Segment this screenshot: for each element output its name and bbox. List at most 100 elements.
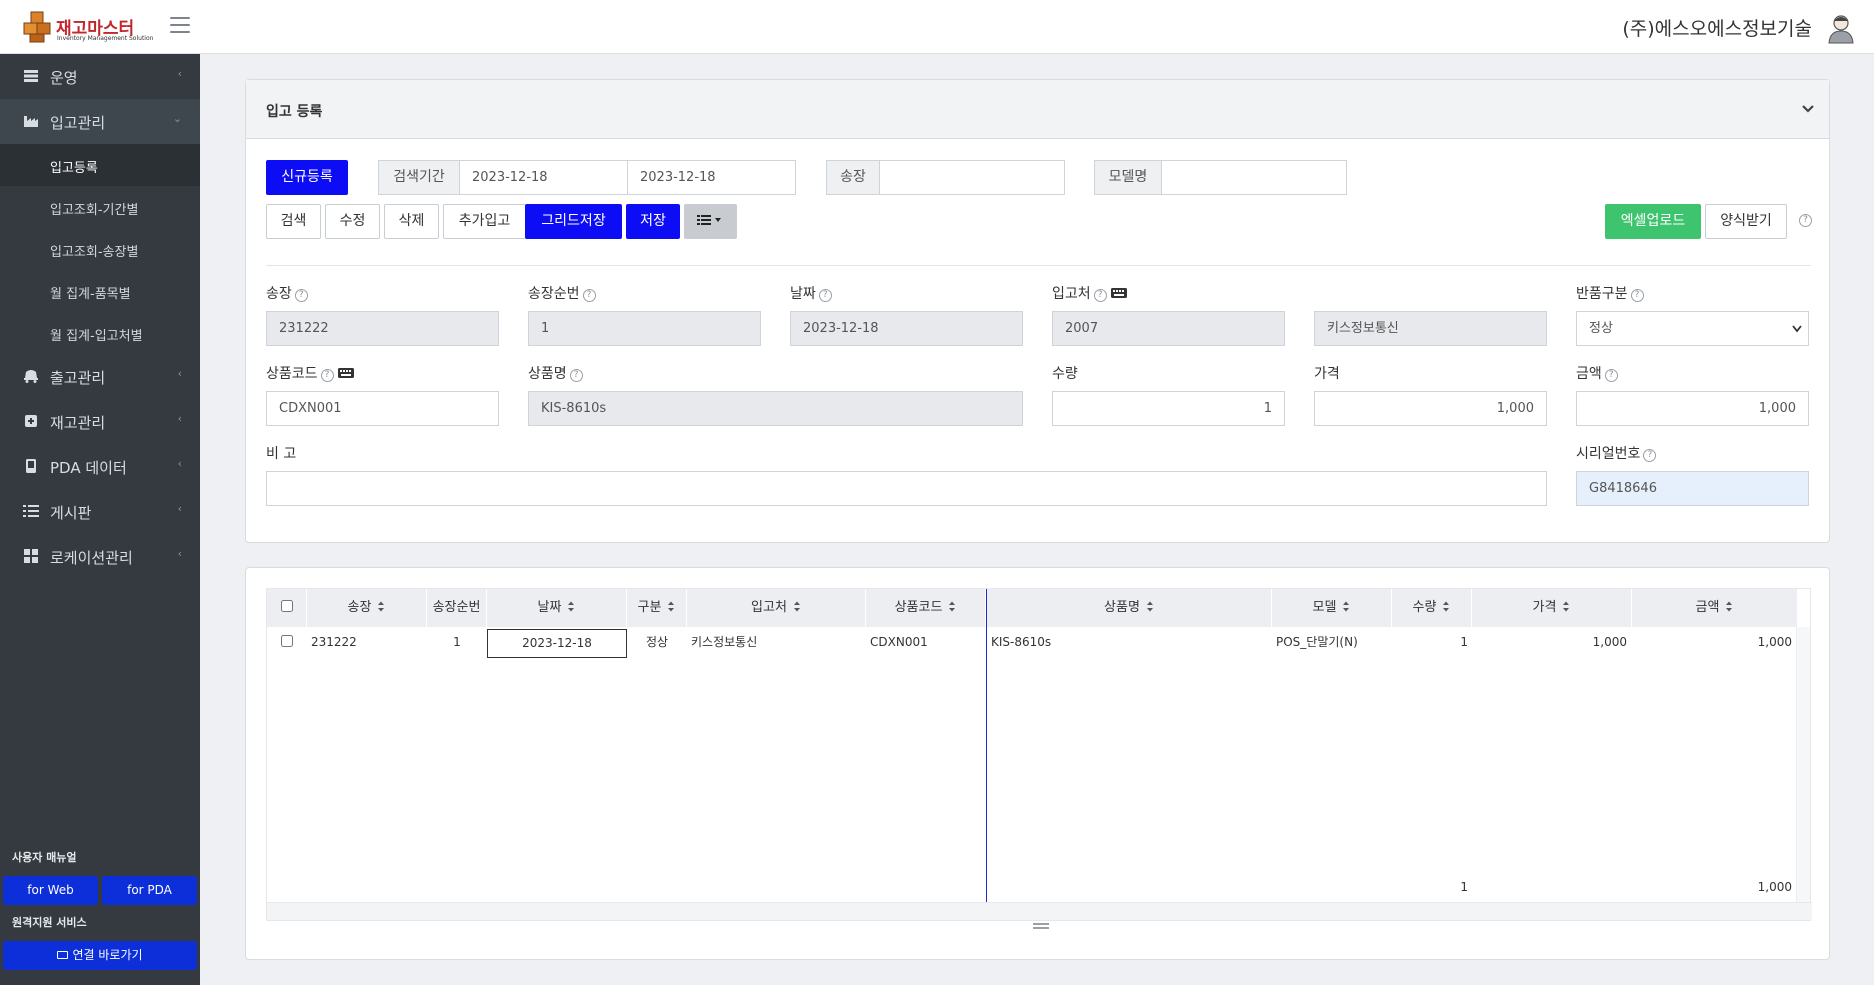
- remote-support-caption: 원격지원 서비스: [12, 916, 87, 929]
- help-icon[interactable]: ?: [1630, 289, 1644, 302]
- help-icon[interactable]: ?: [1093, 289, 1107, 302]
- grid-horizontal-scrollbar[interactable]: [267, 902, 1812, 920]
- help-icon[interactable]: ?: [320, 369, 334, 382]
- col-header-model[interactable]: 모델: [1272, 589, 1392, 627]
- keyboard-icon[interactable]: [337, 368, 354, 378]
- invoice-search-input[interactable]: [879, 160, 1065, 195]
- list-dropdown-icon: [696, 215, 721, 225]
- quantity-field[interactable]: 1: [1052, 391, 1285, 426]
- cell-supplier[interactable]: 키스정보통신: [691, 627, 863, 658]
- save-button[interactable]: 저장: [626, 204, 680, 239]
- price-field[interactable]: 1,000: [1314, 391, 1547, 426]
- col-header-supplier[interactable]: 입고처: [687, 589, 866, 627]
- add-receive-button[interactable]: 추가입고: [443, 204, 526, 239]
- invoice-seq-field[interactable]: 1: [528, 311, 761, 346]
- row-checkbox[interactable]: [281, 635, 293, 647]
- invoice-field[interactable]: 231222: [266, 311, 499, 346]
- help-icon[interactable]: ?: [294, 289, 308, 302]
- chevron-left-icon: ‹: [177, 457, 182, 470]
- cell-date[interactable]: 2023-12-18: [487, 629, 627, 658]
- menu-toggle-icon[interactable]: [170, 17, 190, 35]
- edit-button[interactable]: 수정: [325, 204, 380, 239]
- serial-number-field[interactable]: G8418646: [1576, 471, 1809, 506]
- chevron-down-icon[interactable]: [1801, 102, 1815, 116]
- top-header: 재고마스터 Inventory Management Solution (주)에…: [0, 0, 1874, 54]
- chevron-left-icon: ‹: [177, 67, 182, 80]
- col-header-invoice[interactable]: 송장: [307, 589, 427, 627]
- col-header-type[interactable]: 구분: [627, 589, 687, 627]
- excel-upload-button[interactable]: 엑셀업로드: [1605, 204, 1701, 239]
- cell-invoice[interactable]: 231222: [311, 627, 423, 658]
- sidebar-subitem-monthly-by-supplier[interactable]: 월 집계-입고처별: [0, 312, 200, 354]
- supplier-name-field[interactable]: 키스정보통신: [1314, 311, 1547, 346]
- model-search-input[interactable]: [1161, 160, 1347, 195]
- cell-price[interactable]: 1,000: [1472, 627, 1627, 658]
- manual-pda-button[interactable]: for PDA: [102, 876, 197, 905]
- cell-product-code[interactable]: CDXN001: [870, 627, 985, 658]
- return-type-select[interactable]: 정상: [1576, 311, 1809, 346]
- date-to-input[interactable]: 2023-12-18: [627, 160, 796, 195]
- template-download-button[interactable]: 양식받기: [1705, 204, 1787, 239]
- select-all-checkbox[interactable]: [280, 600, 293, 612]
- sidebar-subitem-receive-register[interactable]: 입고등록: [0, 144, 200, 186]
- resize-handle-icon[interactable]: [1033, 922, 1049, 930]
- col-header-label: 수량: [1412, 600, 1437, 615]
- cell-seq[interactable]: 1: [427, 627, 487, 658]
- remote-connect-button[interactable]: 연결 바로가기: [3, 941, 197, 970]
- sidebar-subitem-by-period[interactable]: 입고조회-기간별: [0, 186, 200, 228]
- app-logo[interactable]: 재고마스터 Inventory Management Solution: [22, 8, 153, 46]
- cell-qty[interactable]: 1: [1392, 627, 1468, 658]
- help-icon[interactable]: ?: [582, 289, 596, 302]
- col-header-product-code[interactable]: 상품코드: [866, 589, 986, 627]
- sidebar-item-receiving[interactable]: 입고관리 ⌄: [0, 99, 200, 144]
- return-type-label-text: 반품구분: [1576, 286, 1628, 302]
- sidebar-item-board[interactable]: 게시판 ‹: [0, 489, 200, 534]
- cell-model[interactable]: POS_단말기(N): [1276, 627, 1390, 658]
- date-field[interactable]: 2023-12-18: [790, 311, 1023, 346]
- help-icon[interactable]: ?: [818, 289, 832, 302]
- grid-vertical-scrollbar[interactable]: [1796, 627, 1810, 902]
- search-button[interactable]: 검색: [266, 204, 321, 239]
- sidebar-subitem-by-invoice[interactable]: 입고조회-송장별: [0, 228, 200, 270]
- col-header-seq[interactable]: 송장순번: [427, 589, 487, 627]
- sort-icon: [1443, 601, 1450, 612]
- product-name-field[interactable]: KIS-8610s: [528, 391, 1023, 426]
- col-header-amount[interactable]: 금액: [1632, 589, 1797, 627]
- manual-web-button[interactable]: for Web: [3, 876, 98, 905]
- user-avatar[interactable]: [1826, 12, 1856, 44]
- column-settings-button[interactable]: [684, 204, 737, 239]
- col-header-label: 구분: [637, 600, 662, 615]
- help-icon[interactable]: ?: [1604, 369, 1618, 382]
- chevron-left-icon: ‹: [177, 547, 182, 560]
- sidebar-item-location[interactable]: 로케이션관리 ‹: [0, 534, 200, 579]
- cell-amount[interactable]: 1,000: [1632, 627, 1792, 658]
- sidebar-subitem-monthly-by-product[interactable]: 월 집계-품목별: [0, 270, 200, 312]
- col-header-qty[interactable]: 수량: [1392, 589, 1472, 627]
- cell-type[interactable]: 정상: [627, 627, 687, 658]
- remarks-field[interactable]: [266, 471, 1547, 506]
- delete-button[interactable]: 삭제: [384, 204, 439, 239]
- product-code-label-text: 상품코드: [266, 366, 318, 382]
- sidebar-subitem-label: 입고등록: [50, 161, 98, 176]
- sidebar-item-inventory[interactable]: 재고관리 ‹: [0, 399, 200, 444]
- amount-field[interactable]: 1,000: [1576, 391, 1809, 426]
- keyboard-icon[interactable]: [1110, 288, 1127, 298]
- new-register-button[interactable]: 신규등록: [266, 160, 348, 195]
- sidebar-item-pda-data[interactable]: PDA 데이터 ‹: [0, 444, 200, 489]
- cell-product-name[interactable]: KIS-8610s: [991, 627, 1269, 658]
- col-header-price[interactable]: 가격: [1472, 589, 1632, 627]
- help-icon[interactable]: ?: [1799, 214, 1812, 227]
- grid-header: 송장 송장순번 날짜 구분 입고처 상품코드 상품명 모델 수량 가격 금액: [267, 589, 1797, 627]
- col-header-product-name[interactable]: 상품명: [987, 589, 1272, 627]
- product-code-field[interactable]: CDXN001: [266, 391, 499, 426]
- sidebar-item-shipping[interactable]: 출고관리 ‹: [0, 354, 200, 399]
- col-header-label: 송장: [347, 600, 372, 615]
- grid-save-button[interactable]: 그리드저장: [525, 204, 622, 239]
- help-icon[interactable]: ?: [1643, 449, 1657, 462]
- sidebar-item-operation[interactable]: 운영 ‹: [0, 54, 200, 99]
- col-header-date[interactable]: 날짜: [487, 589, 627, 627]
- date-from-input[interactable]: 2023-12-18: [459, 160, 628, 195]
- supplier-code-field[interactable]: 2007: [1052, 311, 1285, 346]
- help-icon[interactable]: ?: [569, 369, 583, 382]
- sort-icon: [378, 601, 385, 612]
